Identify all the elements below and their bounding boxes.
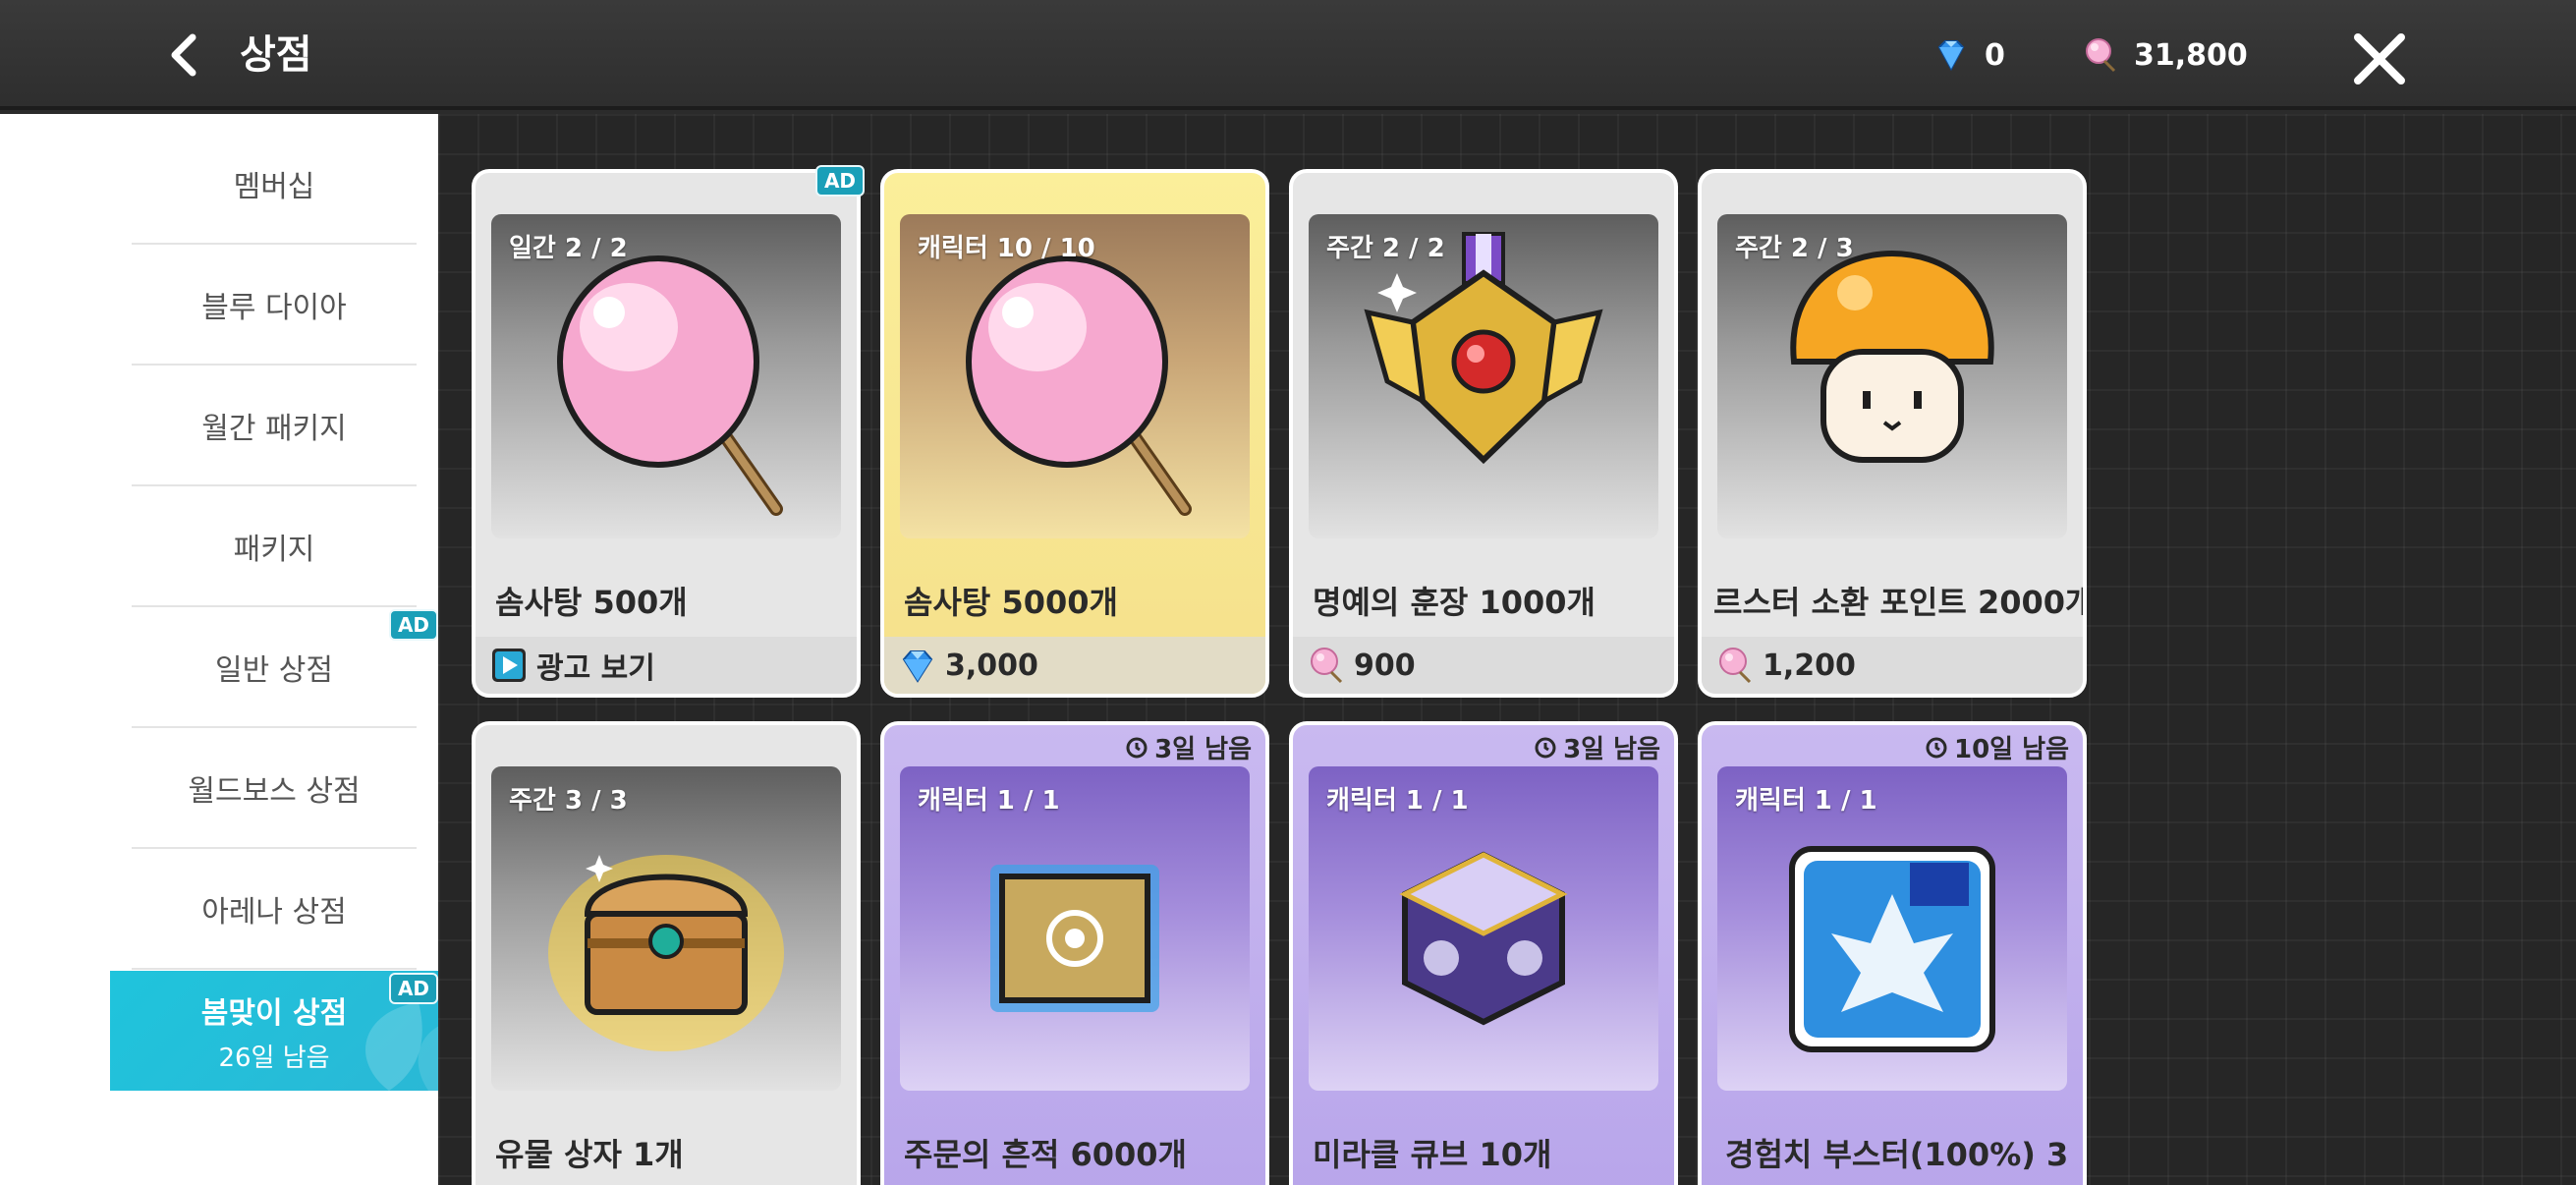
sidebar-item-remaining: 26일 남음	[218, 1043, 330, 1073]
ad-badge: AD	[389, 609, 438, 641]
remaining-time: 3일 남음	[1125, 729, 1252, 765]
sidebar-item-blue-diamond[interactable]: 블루 다이아	[132, 245, 417, 366]
close-icon	[2354, 33, 2405, 85]
ad-badge: AD	[389, 973, 438, 1004]
sidebar-item-package[interactable]: 패키지	[132, 486, 417, 607]
sidebar-item-label: 블루 다이아	[201, 290, 347, 325]
top-bar: 상점 0 31,800	[0, 0, 2576, 110]
purchase-limit: 주간 3 / 3	[509, 786, 628, 816]
purchase-limit: 주간 2 / 3	[1735, 234, 1854, 263]
price-bar: 900	[1293, 637, 1674, 694]
purchase-limit: 주간 2 / 2	[1326, 234, 1445, 263]
price-bar: 1,200	[1702, 637, 2083, 694]
blue-diamond-count: 0	[1985, 37, 2005, 73]
item-name: 명예의 훈장 1000개	[1313, 584, 1596, 621]
candy-count: 31,800	[2134, 37, 2248, 73]
sidebar-item-label: 봄맞이 상점	[200, 995, 348, 1031]
product-image-panel: 캐릭터 1 / 1	[1309, 766, 1658, 1091]
item-name: 솜사탕 5000개	[904, 584, 1118, 621]
sidebar-item-arena-shop[interactable]: 아레나 상점	[132, 849, 417, 970]
remaining-time: 3일 남음	[1534, 729, 1660, 765]
item-name: 미라클 큐브 10개	[1313, 1136, 1552, 1173]
purchase-limit: 캐릭터 10 / 10	[918, 234, 1095, 263]
price-label: 900	[1354, 648, 1416, 683]
product-card-summon-points[interactable]: 주간 2 / 3 르스터 소환 포인트 2000개 1,200	[1698, 169, 2087, 698]
sidebar-item-label: 월드보스 상점	[188, 773, 361, 809]
page-title: 상점	[240, 32, 312, 78]
product-image-panel: 캐릭터 1 / 1	[1717, 766, 2067, 1091]
purchase-limit: 캐릭터 1 / 1	[1735, 786, 1877, 816]
product-image-panel: 주간 3 / 3	[491, 766, 841, 1091]
purchase-limit: 캐릭터 1 / 1	[1326, 786, 1469, 816]
clock-icon	[1926, 737, 1947, 758]
product-image-panel: 주간 2 / 3	[1717, 214, 2067, 538]
item-name: 경험치 부스터(100%) 30	[1725, 1136, 2067, 1173]
sidebar-item-label: 아레나 상점	[201, 894, 347, 930]
sidebar-item-label: 월간 패키지	[201, 411, 347, 446]
product-image-panel: 주간 2 / 2	[1309, 214, 1658, 538]
sidebar-item-label: 패키지	[233, 532, 315, 567]
cotton-candy-currency-icon	[2086, 38, 2116, 73]
cotton-candy-currency-icon	[1719, 648, 1752, 684]
product-card-honor-medal[interactable]: 주간 2 / 2 명예의 훈장 1000개 900	[1289, 169, 1678, 698]
item-name: 유물 상자 1개	[495, 1136, 684, 1173]
remaining-time-label: 10일 남음	[1954, 735, 2069, 764]
remaining-time: 10일 남음	[1925, 729, 2069, 765]
purchase-limit: 일간 2 / 2	[509, 234, 628, 263]
back-button[interactable]	[157, 28, 212, 83]
product-image-panel: 캐릭터 10 / 10	[900, 214, 1250, 538]
sidebar-item-general-shop[interactable]: 일반 상점	[132, 607, 417, 728]
play-ad-icon	[492, 649, 526, 682]
sidebar-item-label: 일반 상점	[215, 652, 333, 688]
remaining-time-label: 3일 남음	[1154, 735, 1252, 764]
product-card-cotton-candy-500[interactable]: 일간 2 / 2 솜사탕 500개 광고 보기	[472, 169, 861, 698]
blue-diamond-icon	[902, 650, 933, 683]
blue-diamond-icon	[1937, 40, 1965, 72]
blue-diamond-balance: 0	[1932, 29, 2005, 81]
sidebar-item-label: 멤버십	[233, 169, 315, 204]
candy-balance: 31,800	[2081, 29, 2248, 81]
chevron-left-icon	[171, 33, 196, 77]
product-card-spell-trace[interactable]: 3일 남음 캐릭터 1 / 1 주문의 흔적 6000개	[880, 721, 1269, 1185]
sidebar-item-monthly-package[interactable]: 월간 패키지	[132, 366, 417, 486]
sidebar: 멤버십 블루 다이아 월간 패키지 패키지 일반 상점 AD 월드보스 상점 아…	[0, 114, 438, 1185]
product-image-panel: 캐릭터 1 / 1	[900, 766, 1250, 1091]
price-label: 3,000	[945, 648, 1038, 683]
clock-icon	[1535, 737, 1556, 758]
purchase-limit: 캐릭터 1 / 1	[918, 786, 1060, 816]
ad-badge: AD	[815, 165, 865, 197]
product-card-miracle-cube[interactable]: 3일 남음 캐릭터 1 / 1 미라클 큐브 10개	[1289, 721, 1678, 1185]
product-card-cotton-candy-5000[interactable]: 캐릭터 10 / 10 솜사탕 5000개 3,000	[880, 169, 1269, 698]
sidebar-item-membership[interactable]: 멤버십	[132, 124, 417, 245]
product-card-relic-chest[interactable]: 주간 3 / 3 유물 상자 1개	[472, 721, 861, 1185]
product-image-panel: 일간 2 / 2	[491, 214, 841, 538]
cotton-candy-currency-icon	[1311, 648, 1343, 684]
price-bar: 3,000	[884, 637, 1265, 694]
price-label: 1,200	[1763, 648, 1856, 683]
product-grid: 일간 2 / 2 솜사탕 500개 광고 보기 AD 캐릭터 10 / 10 솜…	[438, 114, 2576, 1185]
close-button[interactable]	[2348, 28, 2411, 90]
item-name: 르스터 소환 포인트 2000개	[1713, 584, 2087, 621]
item-name: 주문의 흔적 6000개	[904, 1136, 1187, 1173]
price-bar: 광고 보기	[476, 637, 857, 694]
item-name: 솜사탕 500개	[495, 584, 688, 621]
remaining-time-label: 3일 남음	[1563, 735, 1660, 764]
clock-icon	[1126, 737, 1148, 758]
sidebar-item-world-boss-shop[interactable]: 월드보스 상점	[132, 728, 417, 849]
price-label: 광고 보기	[536, 651, 655, 686]
product-card-exp-booster[interactable]: 10일 남음 캐릭터 1 / 1 경험치 부스터(100%) 30	[1698, 721, 2087, 1185]
